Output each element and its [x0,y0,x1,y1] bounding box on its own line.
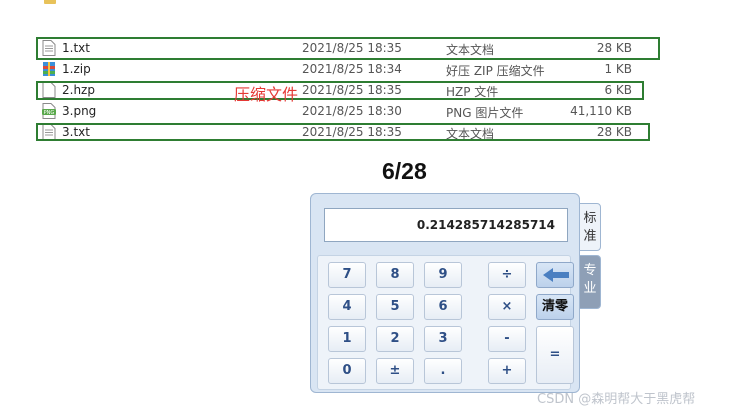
display-value: 0.214285714285714 [416,218,555,232]
file-size: 1 KB [604,62,632,76]
svg-text:PNG: PNG [44,110,55,116]
keypad: 7 8 9 ÷ 4 5 6 × 清零 1 2 3 - = 0 ± . + [317,255,574,390]
file-name: 3.png [62,104,97,118]
tab-standard[interactable]: 标准 [579,203,601,251]
equals-key[interactable]: = [536,326,574,384]
decimal-key[interactable]: . [424,358,462,384]
key-8[interactable]: 8 [376,262,414,288]
file-size: 41,110 KB [570,104,632,118]
ratio-label: 6/28 [382,158,427,184]
clear-key[interactable]: 清零 [536,294,574,320]
key-9[interactable]: 9 [424,262,462,288]
highlight-box [36,37,660,60]
file-date: 2021/8/25 18:30 [302,104,402,118]
calculator: 0.214285714285714 7 8 9 ÷ 4 5 6 × 清零 1 2… [310,193,580,393]
file-type: PNG 图片文件 [446,106,524,120]
back-arrow-icon [543,268,569,282]
key-3[interactable]: 3 [424,326,462,352]
backspace-key[interactable] [536,262,574,288]
file-date: 2021/8/25 18:34 [302,62,402,76]
key-1[interactable]: 1 [328,326,366,352]
highlight-box [36,123,650,141]
file-name: 1.zip [62,62,91,76]
key-6[interactable]: 6 [424,294,462,320]
key-0[interactable]: 0 [328,358,366,384]
subtract-key[interactable]: - [488,326,526,352]
file-row-partial[interactable] [40,0,650,6]
zip-archive-icon [43,62,55,76]
png-image-icon: PNG [42,103,56,119]
folder-icon [44,0,56,4]
add-key[interactable]: + [488,358,526,384]
divide-key[interactable]: ÷ [488,262,526,288]
file-row[interactable]: 1.zip 2021/8/25 18:34 好压 ZIP 压缩文件 1 KB [38,59,658,79]
key-2[interactable]: 2 [376,326,414,352]
highlight-box [36,81,644,100]
sign-key[interactable]: ± [376,358,414,384]
file-row[interactable]: PNG 3.png 2021/8/25 18:30 PNG 图片文件 41,11… [38,101,658,121]
multiply-key[interactable]: × [488,294,526,320]
file-type: 好压 ZIP 压缩文件 [446,64,545,78]
watermark: CSDN @森明帮大于黑虎帮 [537,392,696,407]
key-5[interactable]: 5 [376,294,414,320]
key-7[interactable]: 7 [328,262,366,288]
calculator-display: 0.214285714285714 [324,208,568,242]
key-4[interactable]: 4 [328,294,366,320]
annotation-label: 压缩文件 [234,85,299,104]
tab-professional[interactable]: 专业 [579,255,601,309]
